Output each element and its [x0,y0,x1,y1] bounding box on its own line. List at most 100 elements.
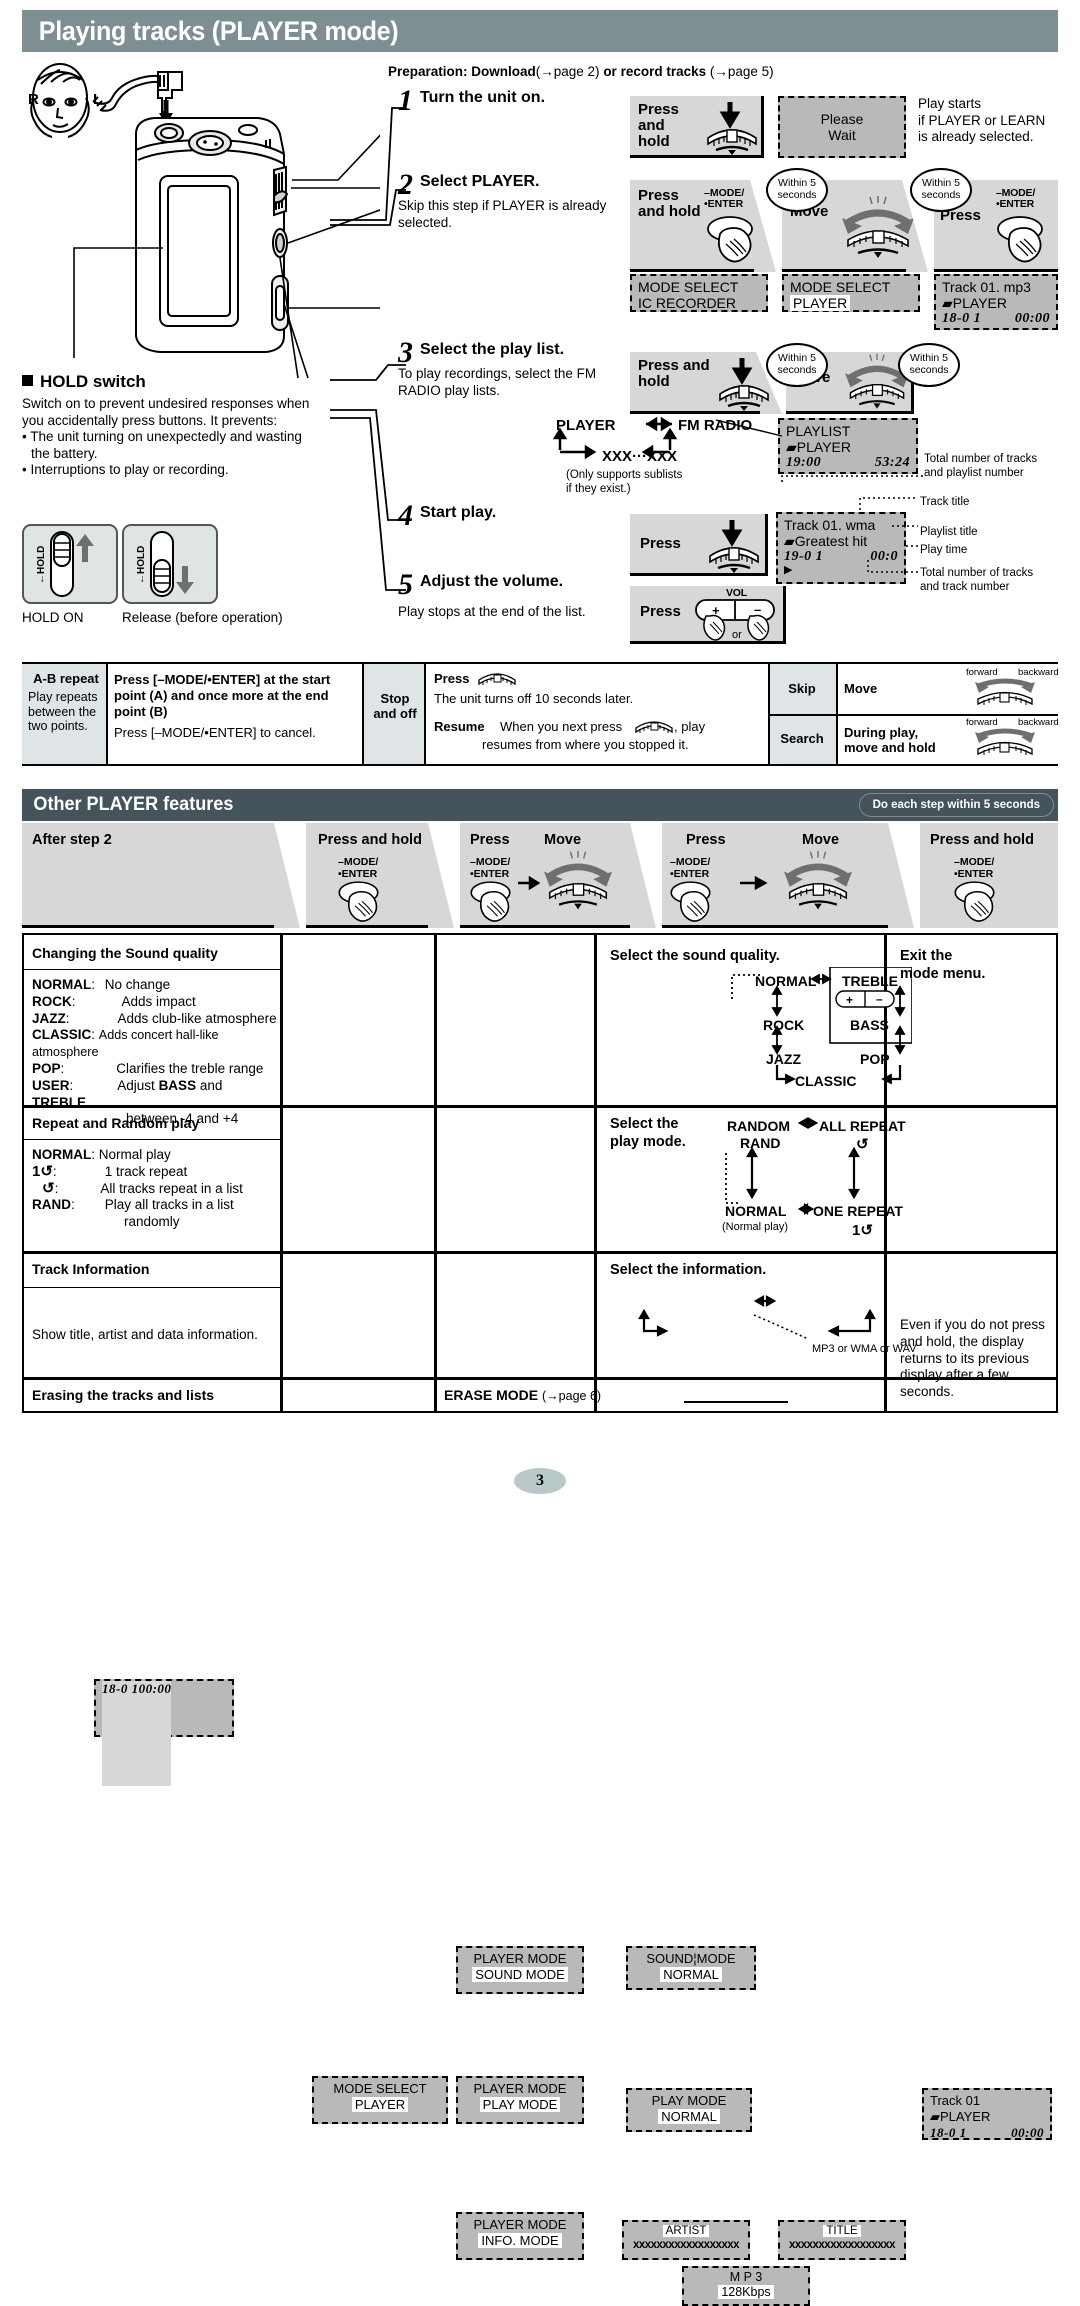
finger-press-icon [338,881,379,922]
track-info-title: Track Information [32,1261,150,1277]
vr-2 [362,664,364,764]
sep: : [54,1180,59,1196]
sound-item-normal: NORMAL: No change [32,977,280,994]
flow-label-3b: Move [544,832,582,848]
sep: : [60,1060,65,1076]
ft-vr-3 [594,933,597,1413]
ft-hr-2 [22,1251,1058,1254]
vr-1 [106,664,108,764]
lcd-line-3: 18-0 1 00:00 [942,311,1050,327]
flow-label-2: Press and hold [318,832,422,848]
lcd-line-2: ▰PLAYER [942,295,1007,311]
repeat-item-rand-cont: randomly [124,1214,180,1230]
play-mode-prompt: Select the play mode. [610,1116,686,1150]
search-desc: During play, move and hold [844,725,936,755]
lcd-line-1: M P 3 [729,2270,763,2284]
sound-quality-title: Changing the Sound quality [32,945,218,961]
flow-key-5: –MODE/ •ENTER [954,856,995,880]
playmode-cycle-arrows [725,1117,860,1215]
hold-switch-bullets: • The unit turning on unexpectedly and w… [22,429,322,479]
flow-base-1 [22,925,274,928]
step-4-heading: Start play. [420,504,497,521]
step-4-action-label: Press [640,535,681,552]
hold-switch-bullet-1-text: The unit turning on unexpectedly and was… [30,429,302,461]
repeat-item-all: ↺: All tracks repeat in a list [32,1180,280,1198]
lcd-line-2: NORMAL [634,1967,748,1983]
step-4: 4 Start play. [398,501,613,531]
headphone-right-label: R [28,91,39,108]
repeat-item-one-name: 1↺ [32,1162,53,1180]
step-2-action-1-key: –MODE/ •ENTER [704,187,745,210]
lcd-playlist-number: 19:00 [786,455,822,470]
preparation-bold-2: or record tracks [599,64,710,79]
ft-hr-thin-2 [24,1139,280,1141]
hold-switch-heading: HOLD switch [22,372,322,392]
repeat-item-one-desc: 1 track repeat [104,1163,188,1179]
lcd-line-2: PLAYER [320,2097,440,2113]
lcd-line-1: TITLE [784,2224,900,2238]
other-features-title: Other PLAYER features [33,794,234,815]
sep: : [69,1077,74,1093]
feature-flow-row: After step 2 Track 01 ▰PLAYER 18-0 1 00:… [22,823,1058,1786]
jog-lever-down-icon [709,520,759,573]
sound-item-jazz: JAZZ: Adds club-like atmosphere [32,1011,280,1028]
lcd-line-2: Wait [828,127,856,143]
step-4-callout-playlist-title: Playlist title [920,526,978,538]
step-3-heading: Select the play list. [420,341,565,358]
erase-mode-bold: ERASE MODE [444,1387,539,1403]
track-info-arrows [638,1295,876,1340]
step-3-sub: To play recordings, select the FM RADIO … [398,366,597,398]
repeat-item-rand-name: RAND [32,1197,71,1213]
jog-lever-search-icon [975,728,1035,756]
flow-arrow-icon [518,875,540,891]
step-1-lcd-please-wait: Please Wait [778,96,906,158]
lcd-line-2: IC RECORDER [638,295,737,311]
sep: : [65,1010,70,1026]
finger-press-icon [954,881,995,922]
jog-lever-move-icon [784,850,852,910]
lcd-line-2: ▰PLAYER [786,439,851,455]
play-mode-lcd: PLAY MODE NORMAL [626,2088,752,2132]
lcd-highlight: INFO. MODE [478,2233,562,2248]
lcd-line-2: PLAY MODE [464,2097,576,2113]
hold-switch-bullet-2: • Interruptions to play or recording. [22,462,229,478]
lcd-line-1: MODE SELECT [638,279,739,295]
sound-cycle-arrows: + – [731,967,912,1085]
flow-seg-press-and-hold-2: Press and hold –MODE/ •ENTER [920,823,1058,928]
repeat-item-normal: NORMAL: Normal play [32,1147,280,1164]
skip-desc: Move [844,681,878,696]
hr-skip-search [768,714,1058,716]
track-info-lcd: PLAYER MODE INFO. MODE [456,2212,584,2260]
repeat-item-normal-desc: Normal play [98,1147,171,1162]
step-3-balloon-2: Within 5 seconds [898,343,960,387]
step-4-callout-total-tracks: Total number of tracks and track number [920,567,1034,593]
step-2-action-1-label: Press and hold [638,187,701,220]
flow-label-5: Press and hold [930,832,1034,848]
resume-desc-2: , play [674,719,706,734]
callout-dots-1 [781,475,926,482]
lcd-track-counter: 19-0 1 [784,549,824,564]
sound-item-rock-desc: Adds impact [121,993,196,1009]
lcd-highlight: ARTIST [662,2225,710,2237]
sound-item-pop-desc: Clarifies the treble range [116,1060,264,1076]
lcd-highlight: PLAYER [351,2097,409,2112]
sound-quality-list: NORMAL: No change ROCK: Adds impact JAZZ:… [32,977,280,1128]
device-illustration: R L [8,58,409,388]
flow-key-2: –MODE/ •ENTER [338,856,379,880]
lcd-line-1: PLAYER MODE [473,2081,567,2096]
step-1-heading: Turn the unit on. [420,89,546,106]
preparation-bold-1: Preparation: Download [388,64,536,79]
step-2-heading: Select PLAYER. [420,173,540,190]
treble-plus-key: + [846,993,853,1007]
sound-item-rock-name: ROCK [32,993,72,1009]
erase-mode-page-ref: (→page 6) [542,1389,602,1403]
lcd-line-1: Please [820,111,864,127]
lcd-line-1: PLAYER MODE [473,1951,567,1966]
lcd-time: 00:00 [1011,2125,1044,2140]
step-2-action-3-key: –MODE/ •ENTER [996,187,1036,210]
lcd-line-2: xxxxxxxxxxxxxxxxxx [632,2239,740,2251]
ab-repeat-desc: Play repeats between the two points. [28,690,98,734]
within-5-seconds-pill: Do each step within 5 seconds [858,793,1054,817]
sound-item-normal-desc: No change [104,977,171,992]
flow-label-3a: Press [470,832,510,848]
